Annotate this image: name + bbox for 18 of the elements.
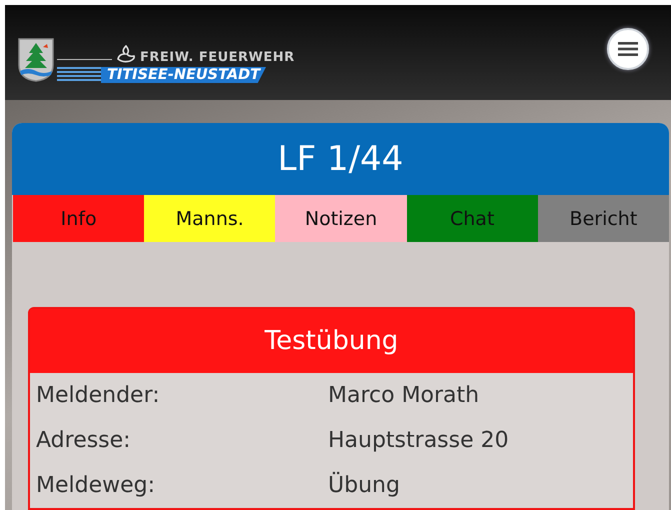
coat-of-arms-icon xyxy=(17,37,55,83)
tab[interactable]: Notizen xyxy=(275,195,407,242)
flame-icon xyxy=(115,45,137,65)
alarm-title: Testübung xyxy=(30,309,633,373)
tab[interactable]: Bericht xyxy=(538,195,669,242)
field-value: Übung xyxy=(328,473,400,498)
menu-icon xyxy=(618,41,638,57)
field-label: Meldeweg: xyxy=(36,473,156,498)
field-label: Meldender: xyxy=(36,383,161,408)
field-value: Marco Morath xyxy=(328,383,480,408)
tab[interactable]: Chat xyxy=(406,195,538,242)
vehicle-title: LF 1/44 xyxy=(12,123,669,195)
field-label: Adresse: xyxy=(36,428,132,453)
tab[interactable]: Manns. xyxy=(144,195,276,242)
logo-title: FREIW. FEUERWEHR xyxy=(140,50,295,65)
menu-button[interactable] xyxy=(607,28,649,70)
tab[interactable]: Info xyxy=(13,195,144,242)
field-value: Hauptstrasse 20 xyxy=(328,428,509,453)
